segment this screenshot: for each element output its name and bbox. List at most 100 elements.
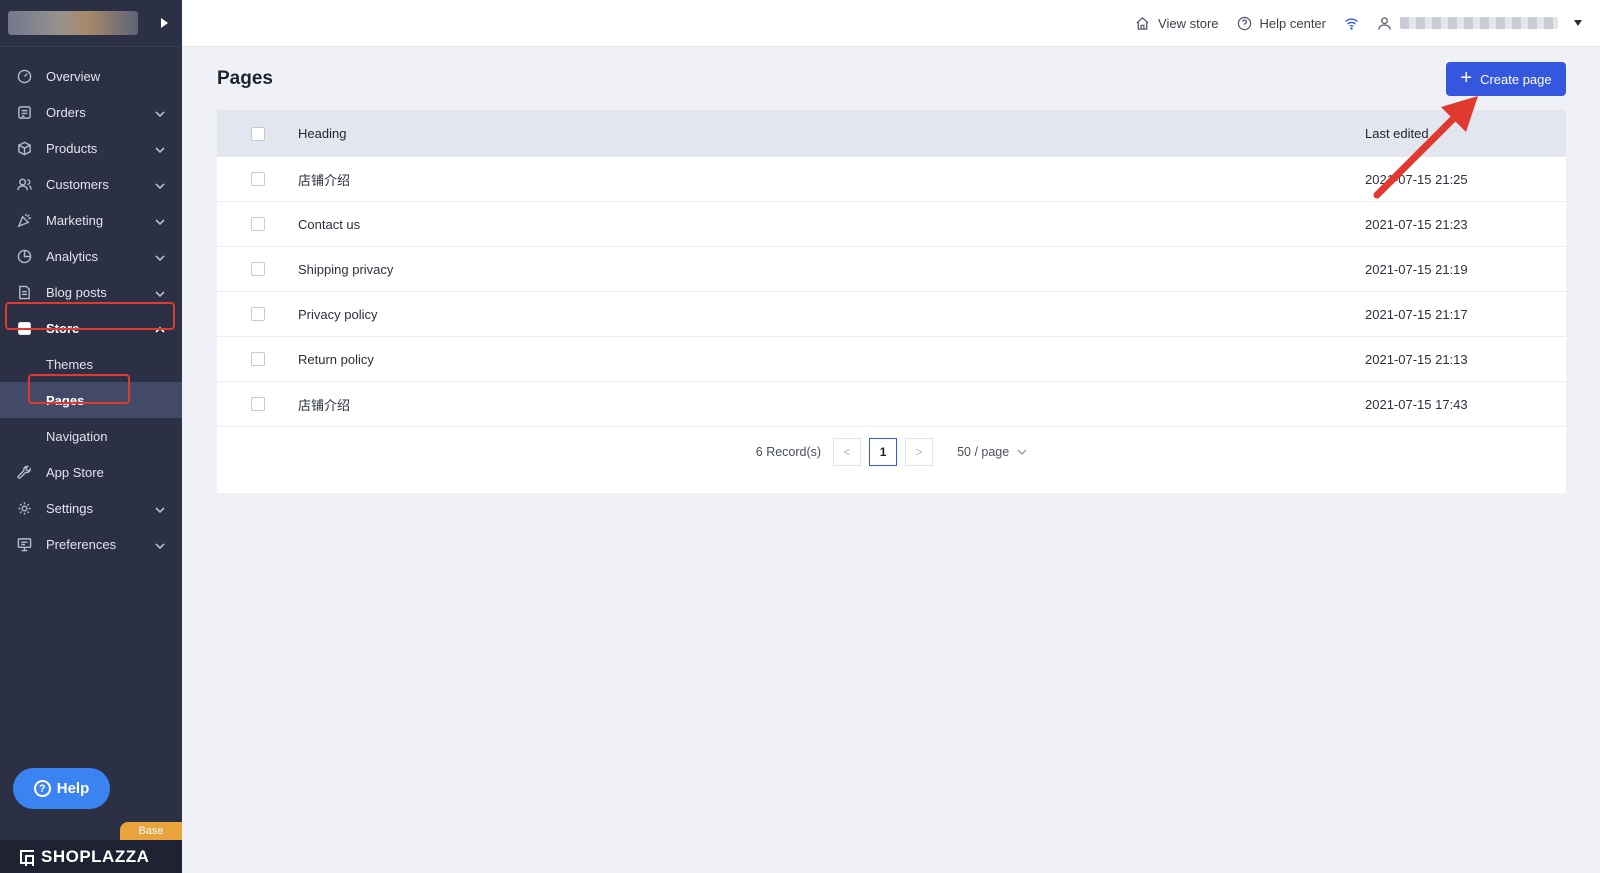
sidebar-item-label: Overview	[46, 68, 101, 84]
sidebar-item-app-store[interactable]: App Store	[0, 454, 182, 490]
sidebar-item-blog-posts[interactable]: Blog posts	[0, 274, 182, 310]
help-center-label: Help center	[1259, 15, 1326, 31]
sidebar-item-settings[interactable]: Settings	[0, 490, 182, 526]
row-checkbox-cell	[217, 172, 298, 186]
row-checkbox[interactable]	[250, 352, 265, 366]
user-icon	[1378, 16, 1391, 30]
table-row[interactable]: Shipping privacy 2021-07-15 21:19	[217, 247, 1566, 292]
table-row[interactable]: Return policy 2021-07-15 21:13	[217, 337, 1566, 382]
page-last-edited: 2021-07-15 21:17	[1365, 306, 1468, 322]
record-count: 6 Record(s)	[755, 445, 822, 459]
sidebar: Overview Orders Products Customers Marke…	[0, 0, 182, 873]
page-heading[interactable]: Contact us	[298, 217, 1365, 232]
pages-table-card: Heading Last edited 店铺介绍 2021-07-15 21:2…	[217, 110, 1566, 493]
sidebar-nav: Overview Orders Products Customers Marke…	[0, 47, 182, 562]
help-center-link[interactable]: Help center	[1237, 16, 1326, 31]
connection-status[interactable]	[1344, 16, 1359, 31]
page-heading[interactable]: 店铺介绍	[298, 395, 1365, 414]
select-all-cell	[217, 126, 298, 141]
chevron-down-icon	[155, 179, 165, 194]
chevron-down-icon	[155, 215, 165, 230]
gear-icon	[16, 500, 32, 516]
row-checkbox[interactable]	[250, 262, 265, 276]
column-header-last-edited[interactable]: Last edited	[1365, 126, 1566, 141]
row-checkbox[interactable]	[250, 307, 265, 321]
chevron-down-icon	[155, 107, 165, 122]
page-last-edited: 2021-07-15 21:23	[1365, 216, 1468, 232]
orders-icon	[16, 104, 32, 120]
table-row[interactable]: 店铺介绍 2021-07-15 17:43	[217, 382, 1566, 427]
sidebar-item-marketing[interactable]: Marketing	[0, 202, 182, 238]
page-number-button[interactable]: 1	[869, 438, 898, 466]
chevron-down-icon	[155, 143, 165, 158]
view-store-link[interactable]: View store	[1135, 16, 1219, 31]
caret-down-icon	[1574, 20, 1582, 26]
sidebar-subitem-pages[interactable]: Pages	[0, 382, 182, 418]
page-last-edited: 2021-07-15 21:19	[1365, 261, 1468, 277]
create-page-label: Create page	[1480, 71, 1552, 87]
account-name-redacted	[1400, 17, 1558, 29]
page-heading[interactable]: Return policy	[298, 352, 1365, 367]
sidebar-item-analytics[interactable]: Analytics	[0, 238, 182, 274]
chevron-down-icon	[155, 503, 165, 518]
monitor-icon	[16, 536, 32, 552]
create-page-button[interactable]: + Create page	[1446, 62, 1566, 96]
row-checkbox-cell	[217, 217, 298, 231]
prev-page-button[interactable]: <	[833, 438, 862, 466]
table-row[interactable]: Contact us 2021-07-15 21:23	[217, 202, 1566, 247]
sidebar-item-products[interactable]: Products	[0, 130, 182, 166]
row-checkbox[interactable]	[250, 172, 265, 186]
chevron-down-icon	[155, 251, 165, 266]
wifi-icon	[1344, 18, 1359, 30]
chevron-down-icon	[155, 287, 165, 302]
plan-badge: Base	[120, 822, 182, 840]
table-row[interactable]: Privacy policy 2021-07-15 21:17	[217, 292, 1566, 337]
sidebar-item-label: Store	[46, 320, 80, 336]
pagination: 6 Record(s) < 1 > 50 / page	[217, 438, 1566, 466]
store-switcher[interactable]	[0, 0, 182, 47]
row-checkbox-cell	[217, 397, 298, 411]
help-button-label: Help	[56, 780, 90, 797]
sidebar-item-orders[interactable]: Orders	[0, 94, 182, 130]
sidebar-item-label: Analytics	[46, 248, 99, 264]
row-checkbox[interactable]	[250, 397, 265, 411]
chevron-down-icon	[155, 539, 165, 554]
page-heading[interactable]: Privacy policy	[298, 307, 1365, 322]
sidebar-subitem-navigation[interactable]: Navigation	[0, 418, 182, 454]
page-heading[interactable]: 店铺介绍	[298, 170, 1365, 189]
sidebar-subitem-themes[interactable]: Themes	[0, 346, 182, 382]
sidebar-subitem-label: Themes	[46, 356, 93, 372]
brand-footer: SHOPLAZZA	[0, 840, 182, 873]
pie-chart-icon	[16, 248, 32, 264]
sidebar-item-overview[interactable]: Overview	[0, 58, 182, 94]
row-checkbox-cell	[217, 352, 298, 366]
sidebar-item-customers[interactable]: Customers	[0, 166, 182, 202]
next-page-button[interactable]: >	[905, 438, 934, 466]
document-icon	[16, 284, 32, 300]
store-logo	[8, 11, 138, 35]
page-size-select[interactable]: 50 / page	[957, 445, 1027, 459]
table-row[interactable]: 店铺介绍 2021-07-15 21:25	[217, 157, 1566, 202]
help-button[interactable]: ? Help	[13, 768, 110, 809]
question-icon: ?	[33, 780, 51, 797]
sidebar-item-preferences[interactable]: Preferences	[0, 526, 182, 562]
megaphone-icon	[16, 212, 32, 228]
page-title: Pages	[217, 68, 273, 89]
sidebar-item-label: Blog posts	[46, 284, 107, 300]
sidebar-item-label: Preferences	[46, 536, 117, 552]
sidebar-item-label: Settings	[46, 500, 93, 516]
collapse-arrow-icon[interactable]	[161, 18, 168, 28]
shoplazza-logo-icon	[20, 849, 34, 866]
brand-name: SHOPLAZZA	[41, 846, 150, 866]
row-checkbox[interactable]	[250, 217, 265, 231]
sidebar-subitem-label: Navigation	[46, 428, 108, 444]
sidebar-subitem-label: Pages	[46, 392, 85, 408]
table-header: Heading Last edited	[217, 110, 1566, 157]
sidebar-item-label: Products	[46, 140, 98, 156]
account-menu[interactable]	[1377, 16, 1582, 31]
sidebar-item-label: Marketing	[46, 212, 104, 228]
column-header-heading[interactable]: Heading	[298, 126, 1365, 141]
sidebar-item-store[interactable]: Store	[0, 310, 182, 346]
page-heading[interactable]: Shipping privacy	[298, 262, 1365, 277]
select-all-checkbox[interactable]	[250, 126, 265, 141]
